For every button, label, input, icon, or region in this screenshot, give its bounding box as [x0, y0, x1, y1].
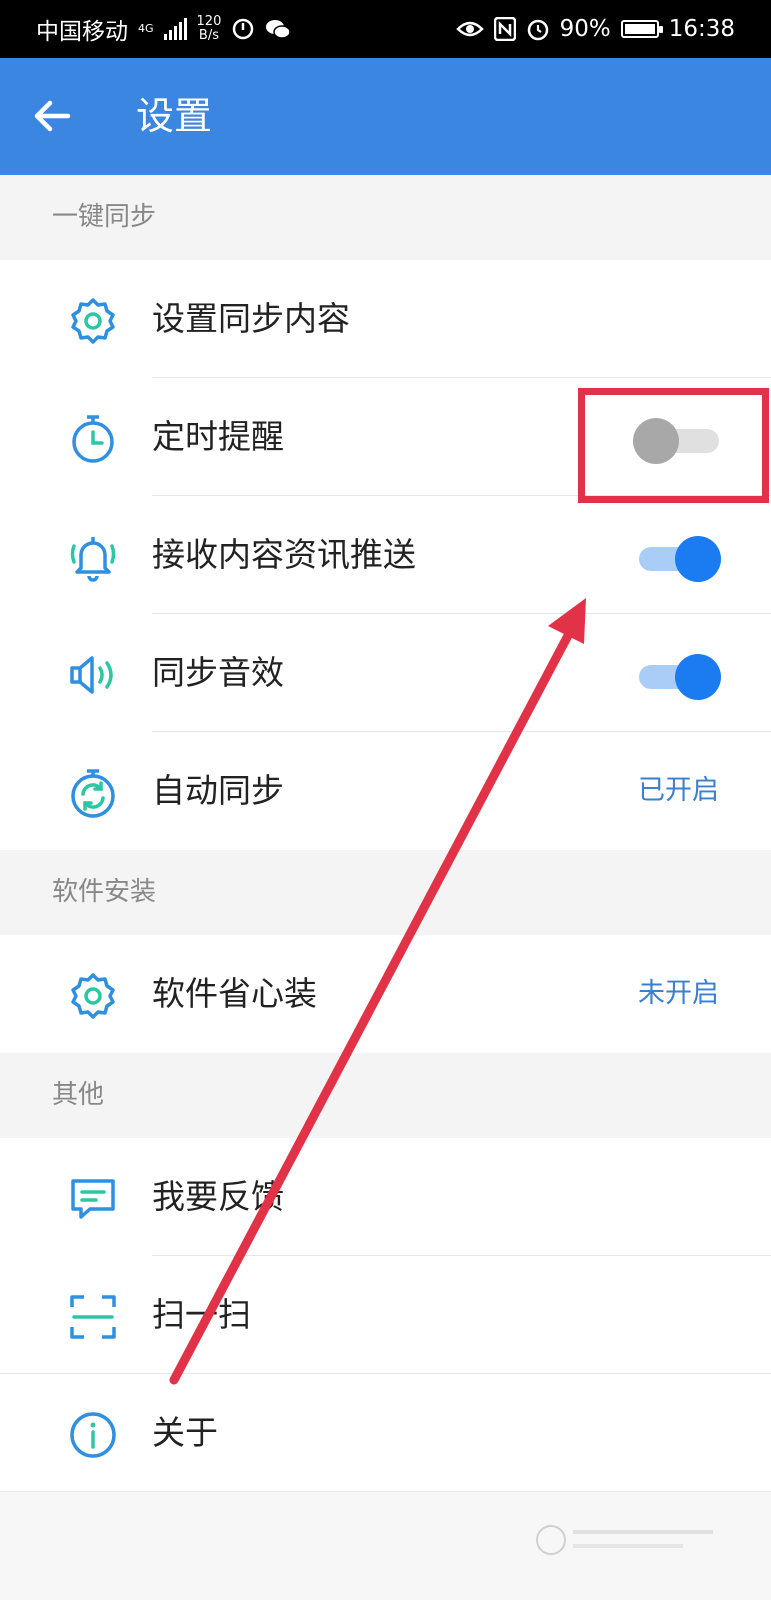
setting-row-easy-install[interactable]: 软件省心装 未开启 [0, 935, 771, 1053]
signal-icon [163, 18, 187, 40]
setting-label: 设置同步内容 [152, 299, 350, 338]
sound-toggle[interactable] [633, 654, 721, 700]
gear-icon [71, 298, 115, 344]
app-bar: 设置 [0, 58, 771, 175]
section-header-sync: 一键同步 [0, 175, 771, 260]
watermark-logo [536, 1525, 713, 1555]
bell-icon [70, 537, 116, 582]
alarm-icon [527, 19, 548, 41]
scan-icon [70, 1295, 116, 1339]
group-sync: 设置同步内容 定时提醒 接收内容资讯推送 同步音效 自动同步 已开启 [0, 260, 771, 850]
battery-percent: 90% [559, 16, 611, 42]
section-header-software: 软件安装 [0, 850, 771, 935]
setting-row-sync-sound[interactable]: 同步音效 [0, 614, 771, 732]
timer-icon [72, 415, 114, 463]
clock: 16:38 [668, 16, 735, 42]
page-title: 设置 [136, 94, 213, 138]
push-toggle[interactable] [633, 536, 721, 582]
wechat-icon [266, 20, 292, 39]
nfc-icon [493, 17, 516, 41]
battery-icon [620, 20, 663, 38]
setting-row-about[interactable]: 关于 [0, 1374, 771, 1492]
setting-label: 我要反馈 [152, 1177, 284, 1216]
setting-label: 扫一扫 [152, 1295, 251, 1334]
setting-label: 关于 [152, 1413, 218, 1452]
setting-label: 接收内容资讯推送 [152, 535, 416, 574]
carrier-label: 中国移动 [36, 19, 128, 45]
setting-label: 同步音效 [152, 653, 284, 692]
status-bar: 中国移动 4G 120 B/s 90% 16:38 [0, 0, 771, 58]
section-header-other: 其他 [0, 1053, 771, 1138]
power-save-icon [233, 18, 254, 40]
divider [0, 1491, 771, 1492]
setting-row-scan[interactable]: 扫一扫 [0, 1256, 771, 1374]
setting-label: 软件省心装 [152, 974, 317, 1013]
setting-row-sync-content[interactable]: 设置同步内容 [0, 260, 771, 378]
setting-row-auto-sync[interactable]: 自动同步 已开启 [0, 732, 771, 850]
back-arrow-icon[interactable] [30, 94, 74, 138]
network-type: 4G [138, 22, 154, 35]
status-text: 未开启 [638, 978, 719, 1009]
setting-label: 自动同步 [152, 771, 284, 810]
status-text: 已开启 [638, 775, 719, 806]
net-speed: 120 B/s [196, 14, 222, 43]
gear-icon [71, 973, 115, 1019]
eye-icon [455, 21, 484, 37]
setting-row-push-notifications[interactable]: 接收内容资讯推送 [0, 496, 771, 614]
auto-sync-icon [71, 769, 115, 818]
info-icon [70, 1412, 116, 1458]
speaker-icon [70, 656, 113, 694]
setting-label: 定时提醒 [152, 417, 284, 456]
annotation-highlight-box [578, 388, 769, 503]
group-other: 我要反馈 扫一扫 关于 [0, 1138, 771, 1492]
setting-row-feedback[interactable]: 我要反馈 [0, 1138, 771, 1256]
feedback-icon [71, 1179, 115, 1219]
group-software: 软件省心装 未开启 [0, 935, 771, 1053]
